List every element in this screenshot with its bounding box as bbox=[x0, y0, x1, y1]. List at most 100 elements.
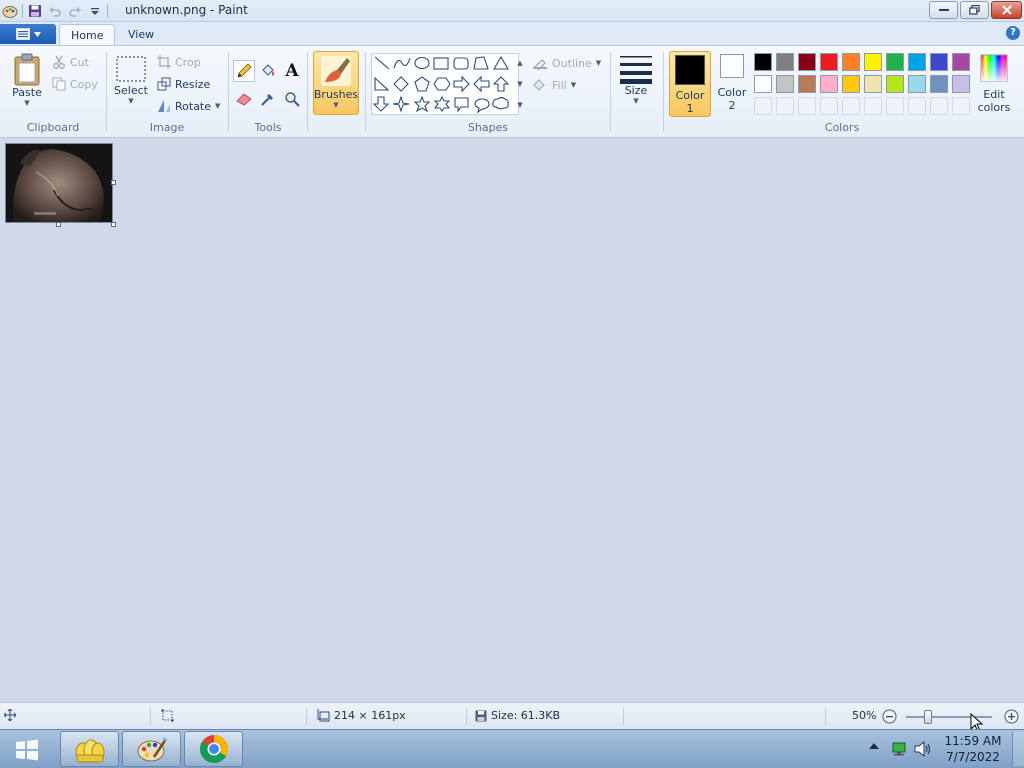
shapes-scroll[interactable]: ▲ ▼ ▼ bbox=[514, 53, 526, 115]
custom-color-slot[interactable] bbox=[754, 97, 772, 115]
paste-button[interactable]: Paste ▼ bbox=[8, 52, 46, 107]
zoom-out-button[interactable] bbox=[882, 709, 897, 724]
image-dimensions: 214 × 161px bbox=[317, 709, 406, 722]
select-button[interactable]: Select ▼ bbox=[113, 54, 149, 105]
resize-button[interactable]: Resize bbox=[157, 74, 210, 94]
color-swatch[interactable] bbox=[798, 75, 816, 93]
system-clock[interactable]: 11:59 AM 7/7/2022 bbox=[940, 733, 1006, 765]
taskbar-file-explorer[interactable] bbox=[60, 731, 119, 767]
taskbar-chrome[interactable] bbox=[184, 731, 243, 767]
help-icon[interactable]: ? bbox=[1006, 26, 1020, 40]
shapes-group: ▲ ▼ ▼ Outline ▼ Fill ▼ Shapes bbox=[366, 48, 610, 136]
custom-color-slot[interactable] bbox=[908, 97, 926, 115]
copy-button[interactable]: Copy bbox=[52, 74, 98, 94]
color-swatch[interactable] bbox=[820, 75, 838, 93]
eraser-icon bbox=[236, 93, 252, 106]
custom-color-slot[interactable] bbox=[776, 97, 794, 115]
restore-button[interactable] bbox=[960, 1, 989, 19]
color-swatch[interactable] bbox=[820, 53, 838, 71]
color-swatch[interactable] bbox=[886, 53, 904, 71]
color-swatch[interactable] bbox=[754, 53, 772, 71]
custom-color-slot[interactable] bbox=[798, 97, 816, 115]
custom-color-slot[interactable] bbox=[886, 97, 904, 115]
custom-color-slot[interactable] bbox=[930, 97, 948, 115]
canvas-workspace[interactable] bbox=[0, 138, 1024, 702]
redo-icon[interactable] bbox=[67, 3, 83, 19]
custom-color-slot[interactable] bbox=[842, 97, 860, 115]
color1-button[interactable]: Color 1 bbox=[669, 51, 711, 117]
show-desktop-button[interactable] bbox=[1012, 732, 1024, 766]
color-swatch[interactable] bbox=[776, 53, 794, 71]
resize-handle-corner[interactable] bbox=[111, 222, 116, 227]
chevron-up-icon bbox=[869, 743, 879, 749]
color2-button[interactable]: Color 2 bbox=[713, 54, 751, 112]
diamond-shape-icon bbox=[393, 76, 409, 92]
zoom-in-button[interactable] bbox=[1004, 709, 1019, 724]
color-swatch[interactable] bbox=[842, 75, 860, 93]
resize-handle-bottom[interactable] bbox=[56, 222, 61, 227]
pencil-tool[interactable] bbox=[233, 60, 255, 82]
text-tool[interactable]: A bbox=[281, 60, 303, 82]
scissors-icon bbox=[53, 55, 65, 69]
paint-app-icon[interactable] bbox=[2, 3, 18, 19]
start-button[interactable] bbox=[10, 736, 44, 764]
color-swatch[interactable] bbox=[930, 53, 948, 71]
resize-handle-right[interactable] bbox=[111, 180, 116, 185]
magnifier-icon bbox=[285, 92, 300, 107]
color-swatch[interactable] bbox=[952, 75, 970, 93]
save-icon[interactable] bbox=[27, 3, 43, 19]
size-button[interactable]: Size ▼ bbox=[615, 52, 657, 105]
canvas-image[interactable] bbox=[5, 143, 113, 223]
zoom-slider-thumb[interactable] bbox=[923, 710, 932, 724]
color-swatch[interactable] bbox=[930, 75, 948, 93]
tools-group-label: Tools bbox=[254, 121, 282, 134]
edit-colors-button[interactable]: Edit colors bbox=[975, 54, 1013, 114]
tab-home[interactable]: Home bbox=[59, 24, 116, 45]
eraser-tool[interactable] bbox=[233, 88, 255, 110]
color-swatch[interactable] bbox=[908, 53, 926, 71]
outline-button[interactable]: Outline ▼ bbox=[532, 53, 601, 73]
fill-button[interactable]: Fill ▼ bbox=[532, 75, 576, 95]
color-swatch[interactable] bbox=[798, 53, 816, 71]
custom-color-slot[interactable] bbox=[952, 97, 970, 115]
tray-network[interactable] bbox=[891, 741, 907, 757]
chevron-down-icon: ▼ bbox=[633, 97, 639, 105]
text-a-icon: A bbox=[285, 61, 299, 81]
cut-button[interactable]: Cut bbox=[52, 52, 89, 72]
expand-gallery-icon[interactable]: ▼ bbox=[517, 101, 522, 109]
custom-color-slot[interactable] bbox=[864, 97, 882, 115]
minimize-button[interactable] bbox=[929, 1, 958, 19]
close-button[interactable] bbox=[991, 1, 1022, 19]
fill-tool[interactable] bbox=[257, 60, 279, 82]
taskbar-paint[interactable] bbox=[122, 731, 181, 767]
color-swatch[interactable] bbox=[952, 53, 970, 71]
scroll-down-icon[interactable]: ▼ bbox=[517, 80, 522, 88]
color-swatch[interactable] bbox=[908, 75, 926, 93]
tray-overflow-button[interactable] bbox=[869, 742, 879, 750]
color-swatch[interactable] bbox=[754, 75, 772, 93]
chevron-down-icon bbox=[33, 31, 41, 37]
custom-color-slot[interactable] bbox=[820, 97, 838, 115]
crop-button[interactable]: Crop bbox=[157, 52, 201, 72]
scroll-up-icon[interactable]: ▲ bbox=[517, 59, 522, 67]
tab-view[interactable]: View bbox=[117, 24, 165, 45]
color-swatch[interactable] bbox=[886, 75, 904, 93]
rectangle-shape-icon bbox=[433, 57, 449, 70]
six-point-star-shape-icon bbox=[433, 95, 451, 112]
customize-toolbar-icon[interactable] bbox=[87, 3, 103, 19]
magnifier-tool[interactable] bbox=[281, 88, 303, 110]
cloud-callout-shape-icon bbox=[492, 96, 509, 110]
color-picker-tool[interactable] bbox=[257, 88, 279, 110]
color-swatch[interactable] bbox=[864, 53, 882, 71]
rotate-button[interactable]: Rotate ▼ bbox=[157, 96, 220, 116]
paint-menu-button[interactable] bbox=[0, 24, 56, 44]
undo-icon[interactable] bbox=[47, 3, 63, 19]
pencil-icon bbox=[237, 63, 252, 78]
brushes-button[interactable]: Brushes ▼ bbox=[313, 51, 359, 115]
color-swatch[interactable] bbox=[776, 75, 794, 93]
clipboard-group: Paste ▼ Cut Copy Clipboard bbox=[0, 48, 106, 136]
tray-volume[interactable] bbox=[914, 741, 932, 757]
windows-logo-icon bbox=[16, 739, 38, 761]
color-swatch[interactable] bbox=[864, 75, 882, 93]
color-swatch[interactable] bbox=[842, 53, 860, 71]
